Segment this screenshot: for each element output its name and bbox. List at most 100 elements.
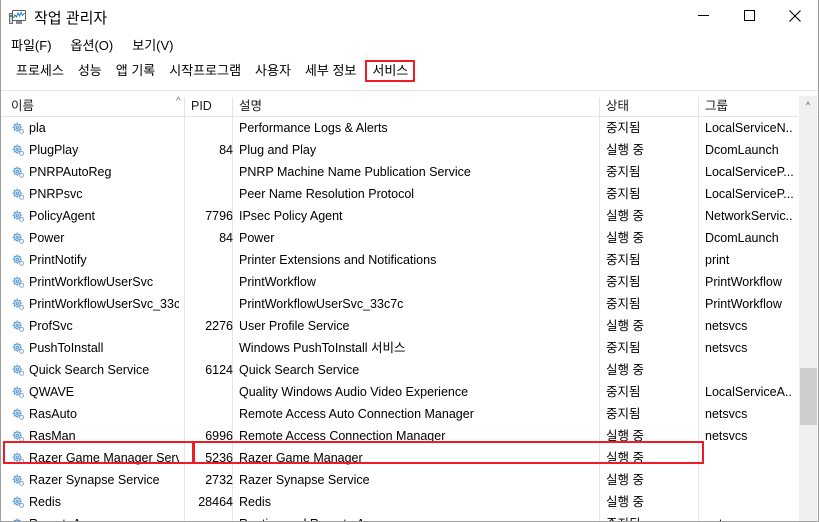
- cell-status: 중지됨: [606, 165, 641, 179]
- cell-status: 실행 중: [606, 209, 644, 223]
- cell-pid: 5236: [205, 451, 233, 465]
- cell-status: 중지됨: [606, 385, 641, 399]
- cell-description: PrintWorkflowUserSvc_33c7c: [239, 297, 404, 311]
- tab-users[interactable]: 사용자: [248, 60, 298, 82]
- table-row[interactable]: RasAuto Remote Access Auto Connection Man…: [1, 403, 798, 425]
- cell-group: print: [705, 253, 730, 267]
- cell-service-name: RemoteAccess: [29, 516, 179, 521]
- cell-status: 실행 중: [606, 495, 644, 509]
- table-row[interactable]: PNRPAutoReg PNRP Machine Name Publication…: [1, 161, 798, 183]
- header-divider-1[interactable]: [184, 97, 185, 116]
- menu-item-file[interactable]: 파일(F): [9, 36, 61, 55]
- table-row[interactable]: Razer Game Manager Servi... 5236 Razer Gam…: [1, 447, 798, 469]
- column-header-name[interactable]: 이름: [11, 98, 34, 116]
- close-button[interactable]: [772, 0, 818, 31]
- cell-status: 실행 중: [606, 451, 644, 465]
- column-header-pid[interactable]: PID: [191, 98, 212, 116]
- cell-description: Windows PushToInstall 서비스: [239, 341, 406, 355]
- table-row[interactable]: QWAVE Quality Windows Audio Video Experie…: [1, 381, 798, 403]
- cell-service-name: PNRPAutoReg: [29, 165, 112, 179]
- tab-performance[interactable]: 성능: [71, 60, 109, 82]
- task-manager-window: 작업 관리자 파일(F) 옵션(O) 보기(V) 프로세스 성능 앱 기록 시작…: [0, 0, 819, 522]
- table-row[interactable]: RasMan 6996 Remote Access Connection Manag…: [1, 425, 798, 447]
- cell-group: PrintWorkflow: [705, 275, 782, 289]
- cell-service-name: Power: [29, 231, 65, 245]
- cell-group: PrintWorkflow: [705, 297, 782, 311]
- header-divider-4[interactable]: [698, 97, 699, 116]
- services-table-body[interactable]: pla Performance Logs & Alerts 중지됨 LocalServ…: [1, 117, 798, 521]
- table-row[interactable]: PolicyAgent 7796 IPsec Policy Agent 실행 중 Net…: [1, 205, 798, 227]
- cell-service-name: ProfSvc: [29, 319, 73, 333]
- cell-status: 실행 중: [606, 429, 644, 443]
- table-row[interactable]: Quick Search Service 6124 Quick Search Ser…: [1, 359, 798, 381]
- window-controls: [680, 0, 818, 32]
- header-divider-2[interactable]: [232, 97, 233, 116]
- tab-details[interactable]: 세부 정보: [298, 60, 363, 82]
- cell-description: Quick Search Service: [239, 363, 360, 377]
- cell-pid: 7796: [205, 209, 233, 223]
- tab-separator: [1, 90, 818, 91]
- table-row[interactable]: PrintWorkflowUserSvc_33c... PrintWorkflow…: [1, 293, 798, 315]
- cell-pid: 84: [219, 231, 233, 245]
- service-gear-icon: [11, 385, 25, 399]
- cell-service-name: pla: [29, 121, 46, 135]
- table-row[interactable]: RemoteAccess Routing and Remote Access 중지됨…: [1, 513, 798, 521]
- table-row[interactable]: ProfSvc 2276 User Profile Service 실행 중 netsv…: [1, 315, 798, 337]
- cell-status: 실행 중: [606, 143, 644, 157]
- cell-group: netsvcs: [705, 516, 793, 521]
- service-gear-icon: [11, 495, 25, 509]
- cell-service-name: PNRPsvc: [29, 187, 83, 201]
- table-row[interactable]: Razer Synapse Service 2732 Razer Synapse S…: [1, 469, 798, 491]
- header-divider-3[interactable]: [599, 97, 600, 116]
- service-gear-icon: [11, 209, 25, 223]
- table-row[interactable]: PrintNotify Printer Extensions and Notifi…: [1, 249, 798, 271]
- column-header-description[interactable]: 설명: [239, 98, 262, 116]
- vertical-scrollbar[interactable]: ^: [798, 96, 817, 521]
- cell-description: Performance Logs & Alerts: [239, 121, 388, 135]
- cell-description: Printer Extensions and Notifications: [239, 253, 437, 267]
- cell-service-name: Redis: [29, 495, 61, 509]
- cell-status: 실행 중: [606, 231, 644, 245]
- tab-processes[interactable]: 프로세스: [9, 60, 71, 82]
- table-row[interactable]: pla Performance Logs & Alerts 중지됨 LocalServ…: [1, 117, 798, 139]
- minimize-button[interactable]: [680, 0, 726, 31]
- column-header-group[interactable]: 그룹: [705, 98, 728, 116]
- table-row[interactable]: PlugPlay 84 Plug and Play 실행 중 DcomLaunch: [1, 139, 798, 161]
- service-gear-icon: [11, 275, 25, 289]
- service-gear-icon: [11, 297, 25, 311]
- table-row[interactable]: Redis 28464 Redis 실행 중: [1, 491, 798, 513]
- cell-service-name: RasAuto: [29, 407, 77, 421]
- tab-app-history[interactable]: 앱 기록: [109, 60, 163, 82]
- tab-startup[interactable]: 시작프로그램: [162, 60, 248, 82]
- cell-status: 실행 중: [606, 363, 644, 377]
- menu-item-view[interactable]: 보기(V): [130, 36, 182, 55]
- table-row[interactable]: PNRPsvc Peer Name Resolution Protocol 중지됨 L…: [1, 183, 798, 205]
- table-row[interactable]: PrintWorkflowUserSvc PrintWorkflow 중지됨 Prin…: [1, 271, 798, 293]
- cell-status: 중지됨: [606, 341, 641, 355]
- service-gear-icon: [11, 165, 25, 179]
- service-gear-icon: [11, 231, 25, 245]
- scrollbar-thumb[interactable]: [800, 368, 817, 425]
- table-row[interactable]: PushToInstall Windows PushToInstall 서비스 중지…: [1, 337, 798, 359]
- cell-service-name: PrintNotify: [29, 253, 87, 267]
- maximize-button[interactable]: [726, 0, 772, 31]
- table-row[interactable]: Power 84 Power 실행 중 DcomLaunch: [1, 227, 798, 249]
- cell-service-name: RasMan: [29, 429, 76, 443]
- cell-description: Routing and Remote Access: [239, 516, 589, 521]
- cell-service-name: QWAVE: [29, 385, 75, 399]
- scroll-up-arrow-icon[interactable]: ^: [799, 96, 817, 114]
- service-gear-icon: [11, 407, 25, 421]
- title-bar-left: 작업 관리자: [1, 0, 107, 30]
- cell-group: netsvcs: [705, 429, 748, 443]
- column-header-status[interactable]: 상태: [606, 98, 629, 116]
- cell-status: 중지됨: [606, 407, 641, 421]
- title-bar: 작업 관리자: [1, 0, 818, 37]
- service-gear-icon: [11, 363, 25, 377]
- cell-pid: 28464: [198, 495, 233, 509]
- service-gear-icon: [11, 319, 25, 333]
- menu-item-options[interactable]: 옵션(O): [69, 36, 123, 55]
- tab-services[interactable]: 서비스: [365, 60, 416, 82]
- task-manager-icon: [9, 10, 27, 26]
- service-gear-icon: [11, 429, 25, 443]
- scrollbar-track[interactable]: [799, 114, 817, 368]
